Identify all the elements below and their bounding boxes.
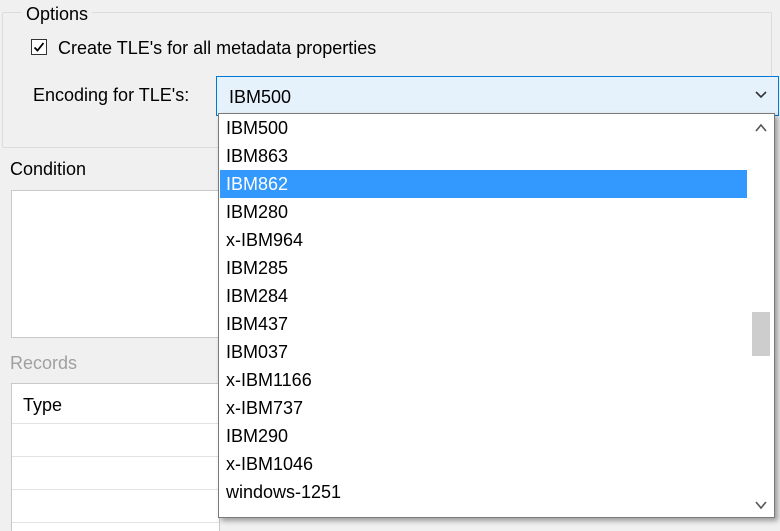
dropdown-option[interactable]: IBM500 — [220, 114, 747, 142]
dropdown-option[interactable]: x-IBM1166 — [220, 366, 747, 394]
records-type-header[interactable]: Type — [23, 394, 62, 416]
dropdown-option[interactable]: IBM280 — [220, 198, 747, 226]
create-tle-label[interactable]: Create TLE's for all metadata properties — [58, 37, 376, 59]
dropdown-option[interactable]: IBM437 — [220, 310, 747, 338]
dropdown-option[interactable]: IBM284 — [220, 282, 747, 310]
dropdown-option[interactable]: IBM285 — [220, 254, 747, 282]
table-row-divider — [12, 522, 219, 523]
chevron-down-icon — [755, 91, 767, 99]
scrollbar-thumb[interactable] — [752, 312, 770, 356]
records-label: Records — [10, 353, 78, 373]
dropdown-option-selected[interactable]: IBM862 — [220, 170, 747, 198]
table-row-divider — [12, 489, 219, 490]
dropdown-option[interactable]: IBM863 — [220, 142, 747, 170]
dropdown-option[interactable]: x-IBM737 — [220, 394, 747, 422]
encoding-label: Encoding for TLE's: — [33, 85, 190, 105]
chevron-up-icon[interactable] — [753, 120, 769, 136]
checkmark-icon — [33, 42, 45, 52]
table-row-divider — [12, 423, 219, 424]
encoding-select[interactable]: IBM500 — [216, 76, 779, 116]
dropdown-option[interactable]: IBM037 — [220, 338, 747, 366]
condition-textarea[interactable] — [11, 190, 220, 338]
dropdown-option[interactable]: IBM290 — [220, 422, 747, 450]
encoding-select-value: IBM500 — [229, 87, 292, 107]
dropdown-option[interactable]: x-IBM964 — [220, 226, 747, 254]
chevron-down-icon[interactable] — [753, 497, 769, 513]
encoding-dropdown-list[interactable]: IBM500 IBM863 IBM862 IBM280 x-IBM964 IBM… — [218, 113, 775, 518]
create-tle-checkbox[interactable] — [31, 39, 47, 55]
records-table[interactable]: Type — [11, 383, 220, 531]
options-legend: Options — [22, 3, 93, 25]
dropdown-option[interactable]: x-IBM1046 — [220, 450, 747, 478]
condition-label: Condition — [10, 159, 87, 179]
table-row-divider — [12, 456, 219, 457]
dropdown-scrollbar[interactable] — [747, 114, 774, 517]
dropdown-option[interactable]: windows-1251 — [220, 478, 747, 506]
